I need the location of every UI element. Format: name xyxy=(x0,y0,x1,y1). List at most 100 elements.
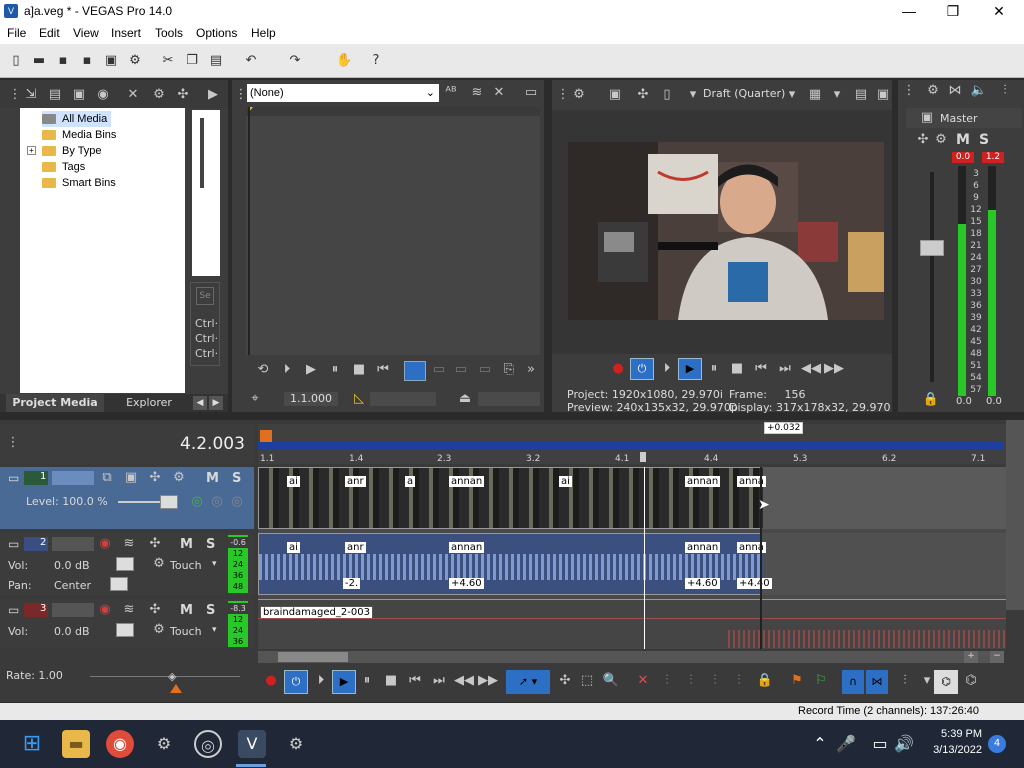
composite-child-icon[interactable]: ◎ xyxy=(208,493,226,511)
clock-date[interactable]: 3/13/2022 xyxy=(918,744,982,756)
master-solo-button[interactable]: S xyxy=(979,132,989,148)
master-fader[interactable] xyxy=(920,240,944,256)
mute-button[interactable]: M xyxy=(180,537,193,552)
grid-chevron-icon[interactable]: ▾ xyxy=(828,86,846,104)
previous-frame-icon[interactable]: ◀◀ xyxy=(801,360,821,378)
trimmer-settings-icon[interactable]: ≋ xyxy=(468,84,486,102)
overlay-icon[interactable]: ▯ xyxy=(658,86,676,104)
automation-mode[interactable]: Touch xyxy=(170,625,202,638)
save-as-icon[interactable]: ▪ xyxy=(79,53,95,69)
save-snapshot-icon[interactable]: ▣ xyxy=(874,86,892,104)
automation-mode-chevron[interactable]: ▾ xyxy=(212,625,217,635)
save-icon[interactable]: ▪ xyxy=(55,53,71,69)
menu-insert[interactable]: Insert xyxy=(111,26,141,40)
trim-start-icon[interactable]: ⫶ xyxy=(682,672,700,690)
menu-options[interactable]: Options xyxy=(196,26,237,40)
stop-icon[interactable]: ■ xyxy=(728,360,746,378)
show-hidden-icons-icon[interactable]: ⌃ xyxy=(806,730,834,758)
stop-icon[interactable]: ■ xyxy=(350,361,368,379)
preview-quality[interactable]: Draft (Quarter) xyxy=(703,87,785,100)
tree-item-tags[interactable]: Tags xyxy=(42,159,85,175)
go-to-start-icon[interactable]: ⏮ xyxy=(406,672,424,690)
previous-frame-icon[interactable]: ◀◀ xyxy=(454,672,474,690)
minimize-track-icon[interactable]: ▭ xyxy=(8,471,22,485)
quality-chevron-icon[interactable]: ▾ xyxy=(783,86,801,104)
go-to-end-icon[interactable]: ⏭ xyxy=(430,672,448,690)
cut-icon[interactable]: ✂ xyxy=(160,53,176,69)
auto-crossfade-icon[interactable]: ⋈ xyxy=(866,670,888,694)
trim-end-icon[interactable]: ⫶ xyxy=(706,672,724,690)
zoom-in-icon[interactable]: + xyxy=(964,651,978,663)
play-icon[interactable]: ▶ xyxy=(204,86,222,104)
minimize-track-icon[interactable]: ▭ xyxy=(8,537,22,551)
menu-edit[interactable]: Edit xyxy=(39,26,60,40)
invert-phase-icon[interactable]: ≋ xyxy=(120,601,138,619)
menu-tools[interactable]: Tools xyxy=(155,26,183,40)
expand-icon[interactable]: + xyxy=(27,146,36,155)
track-name-field[interactable] xyxy=(52,471,94,485)
next-frame-icon[interactable]: ▶▶ xyxy=(478,672,498,690)
solo-button[interactable]: S xyxy=(232,471,241,486)
clear-icon[interactable]: ✕ xyxy=(490,84,508,102)
pause-icon[interactable]: ⏸ xyxy=(326,361,344,379)
video-clips[interactable]: ai anr a annan ai annan anna xyxy=(258,467,766,529)
volume-slider[interactable] xyxy=(116,623,134,637)
playhead-handle[interactable] xyxy=(640,452,646,462)
track-name-field[interactable] xyxy=(52,603,94,617)
tree-item-by-type[interactable]: By Type xyxy=(42,143,102,159)
arm-record-icon[interactable]: ◉ xyxy=(96,535,114,553)
audio-clip-track-3[interactable]: braindamaged_2-003 xyxy=(258,599,1006,649)
compositing-mode-icon[interactable]: ⧉ xyxy=(98,469,116,487)
pan-slider[interactable] xyxy=(110,577,128,591)
tab-scroll-right[interactable]: ▶ xyxy=(209,396,223,410)
loop-icon[interactable]: ⟲ xyxy=(254,361,272,379)
stop-icon[interactable]: ■ xyxy=(382,672,400,690)
automation-mode[interactable]: Touch xyxy=(170,559,202,572)
open-icon[interactable]: ▬ xyxy=(31,53,47,69)
audio-clips[interactable]: ai anr annan annan anna +4.60 -2. +4.60 … xyxy=(258,533,772,595)
track-fx-icon[interactable]: ⚙ xyxy=(170,469,188,487)
properties-icon[interactable]: ⚙ xyxy=(127,53,143,69)
add-to-timeline-button[interactable] xyxy=(404,361,426,381)
go-to-end-icon[interactable]: ⏭ xyxy=(776,360,794,378)
mixer-icon[interactable]: ⫶ xyxy=(996,82,1014,100)
copy-icon[interactable]: ❐ xyxy=(184,53,200,69)
more-icon[interactable]: » xyxy=(522,361,540,379)
tab-scroll-left[interactable]: ◀ xyxy=(193,396,207,410)
lock-icon[interactable]: 🔒 xyxy=(922,391,940,409)
vegas-taskbar-icon[interactable]: V xyxy=(238,730,266,758)
track-fx-icon[interactable]: ✣ xyxy=(146,601,164,619)
quality-dropdown-icon[interactable]: ▾ xyxy=(684,86,702,104)
split-icon[interactable]: ⫶ xyxy=(730,672,748,690)
fx-icon[interactable]: ✋ xyxy=(336,53,352,69)
master-pan-icon[interactable]: ✣ xyxy=(914,131,932,149)
trim-icon[interactable]: ⫶ xyxy=(658,672,676,690)
level-slider[interactable] xyxy=(160,495,178,509)
settings-icon[interactable]: ⚙ xyxy=(150,730,178,758)
grid-icon[interactable]: ▦ xyxy=(806,86,824,104)
delete-icon[interactable]: ✕ xyxy=(634,672,652,690)
new-project-icon[interactable]: ▯ xyxy=(8,53,24,69)
clock-time[interactable]: 5:39 PM xyxy=(926,728,982,740)
rate-slider[interactable]: ◈ xyxy=(168,670,184,683)
automation-icon[interactable]: ⚙ xyxy=(150,555,168,573)
drag-handle-icon[interactable]: ⋮ xyxy=(900,82,918,100)
master-fx-chain-icon[interactable]: ⚙ xyxy=(932,131,950,149)
lock-envelopes-icon[interactable]: ⌬ xyxy=(934,670,958,694)
menu-file[interactable]: File xyxy=(7,26,26,40)
play-from-start-icon[interactable]: ⏵ xyxy=(658,360,676,378)
loop-playback-icon[interactable]: ⏻ xyxy=(284,670,308,694)
steam-icon[interactable]: ⚙ xyxy=(282,730,310,758)
play-from-start-icon[interactable]: ⏵ xyxy=(312,672,330,690)
web-icon[interactable]: ◉ xyxy=(94,86,112,104)
auto-preview-icon[interactable]: ✣ xyxy=(174,86,192,104)
make-compositing-icon[interactable]: ◎ xyxy=(228,493,246,511)
undo-icon[interactable]: ↶ xyxy=(243,53,259,69)
zoom-out-icon[interactable]: − xyxy=(990,651,1004,663)
remove-icon[interactable]: ✕ xyxy=(124,86,142,104)
copy-frame-icon[interactable]: ▭ xyxy=(522,84,540,102)
loop-playback-icon[interactable]: ⏻ xyxy=(630,358,654,380)
minimize-track-icon[interactable]: ▭ xyxy=(8,603,22,617)
solo-button[interactable]: S xyxy=(206,603,215,618)
invert-phase-icon[interactable]: ≋ xyxy=(120,535,138,553)
